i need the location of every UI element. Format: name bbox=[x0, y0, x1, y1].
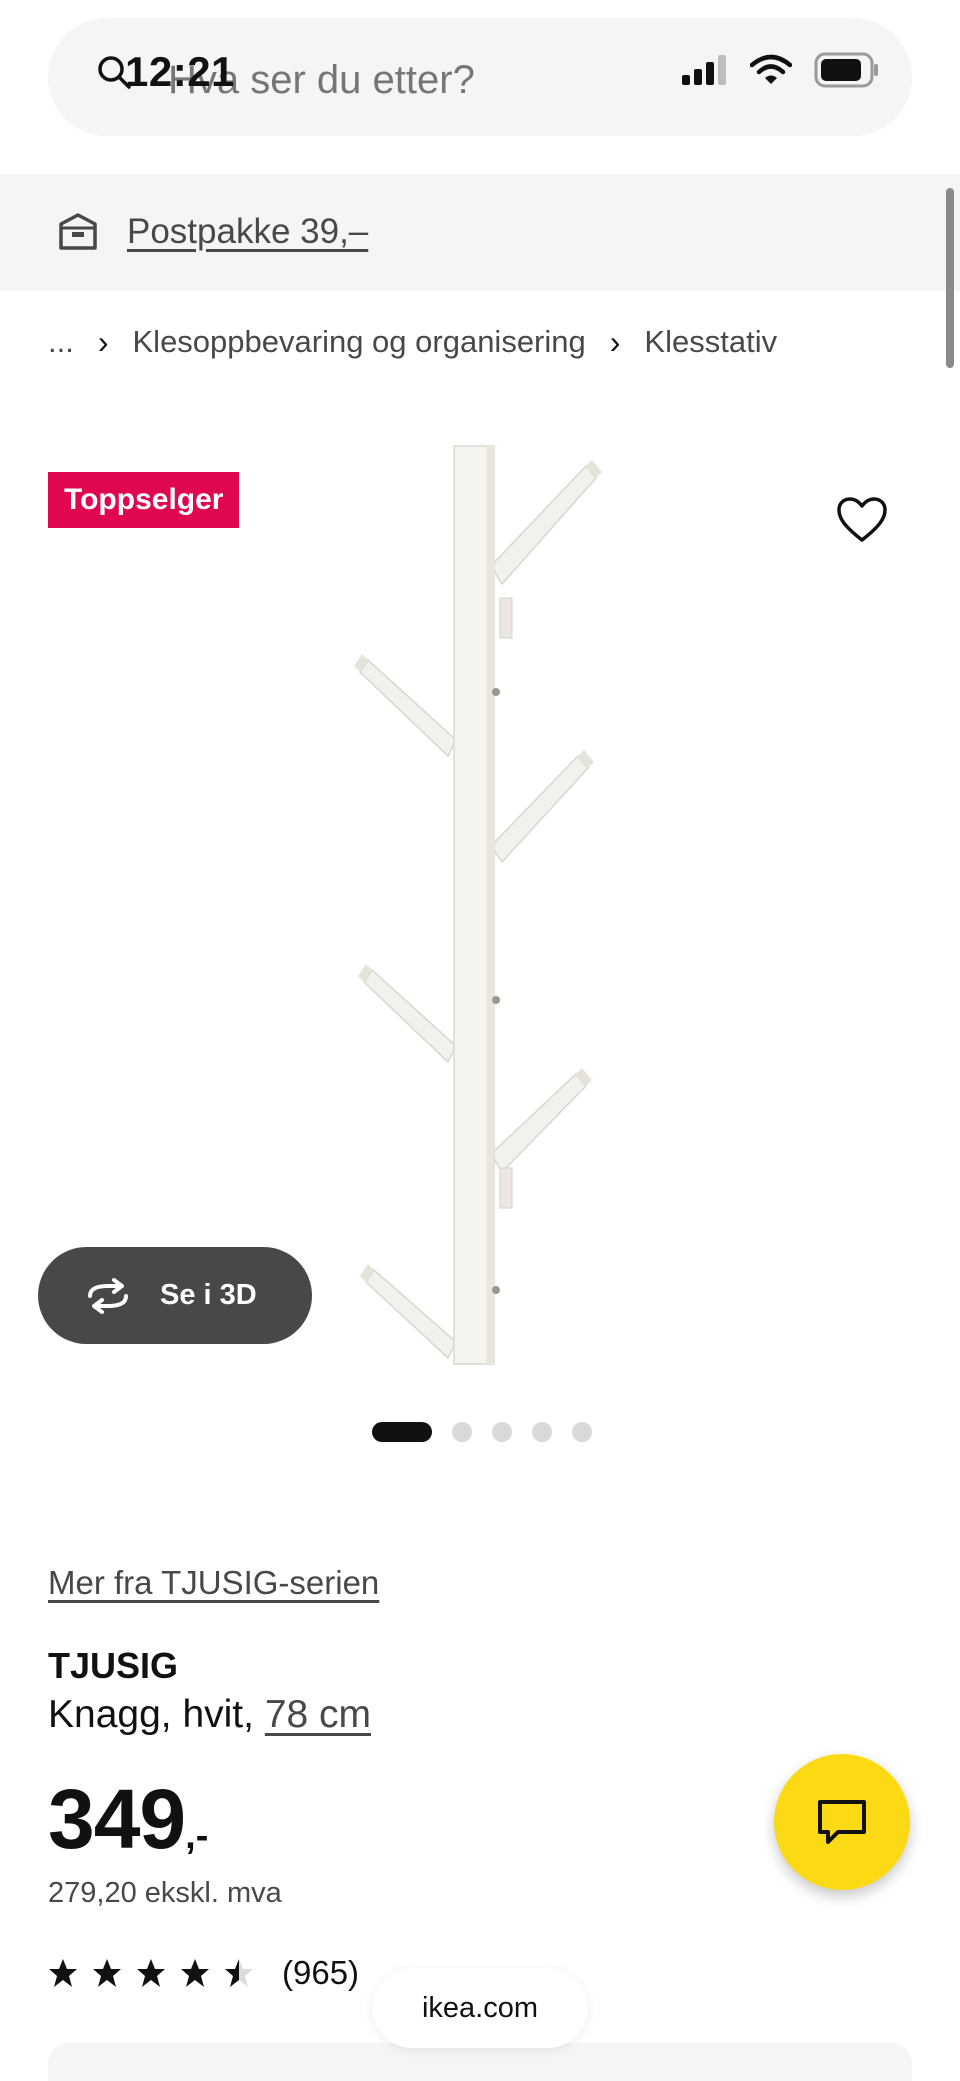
view-3d-button[interactable]: Se i 3D bbox=[38, 1247, 312, 1344]
wifi-icon bbox=[750, 54, 792, 84]
price-integer: 349 bbox=[48, 1772, 186, 1866]
carousel-dot[interactable] bbox=[532, 1422, 552, 1442]
browser-domain[interactable]: ikea.com bbox=[372, 1968, 588, 2048]
scrollbar[interactable] bbox=[946, 188, 954, 368]
delivery-link[interactable]: Postpakke 39,– bbox=[127, 210, 368, 254]
chat-icon bbox=[818, 1800, 866, 1844]
breadcrumb: ... › Klesoppbevaring og organisering › … bbox=[48, 322, 777, 362]
product-image[interactable] bbox=[350, 438, 610, 1372]
view-3d-label: Se i 3D bbox=[160, 1279, 257, 1311]
breadcrumb-ellipsis[interactable]: ... bbox=[48, 322, 74, 362]
star-icon bbox=[93, 1959, 121, 1987]
carousel-indicator bbox=[372, 1422, 592, 1442]
star-icon bbox=[137, 1959, 165, 1987]
chevron-right-icon: › bbox=[97, 324, 109, 360]
carousel-dot[interactable] bbox=[452, 1422, 472, 1442]
package-icon bbox=[59, 213, 97, 250]
chat-button[interactable] bbox=[774, 1754, 910, 1890]
next-section-card bbox=[48, 2043, 912, 2081]
chevron-right-icon: › bbox=[609, 324, 621, 360]
carousel-dot[interactable] bbox=[492, 1422, 512, 1442]
cellular-signal-icon bbox=[682, 55, 726, 85]
breadcrumb-item-subcategory[interactable]: Klesstativ bbox=[644, 322, 777, 362]
favorite-heart-icon[interactable] bbox=[836, 496, 888, 544]
rating-stars bbox=[48, 1958, 254, 1988]
product-description: Knagg, hvit, 78 cm bbox=[48, 1691, 371, 1739]
star-half-icon bbox=[225, 1959, 253, 1987]
price-excl-vat: 279,20 ekskl. mva bbox=[48, 1877, 282, 1909]
series-link[interactable]: Mer fra TJUSIG-serien bbox=[48, 1563, 379, 1603]
rotate-3d-icon bbox=[88, 1277, 128, 1314]
delivery-banner[interactable]: Postpakke 39,– bbox=[0, 174, 960, 291]
product-name: TJUSIG bbox=[48, 1645, 179, 1686]
price-decimals: ,- bbox=[185, 1815, 209, 1857]
product-size-link[interactable]: 78 cm bbox=[265, 1693, 371, 1736]
carousel-dot[interactable] bbox=[372, 1422, 432, 1442]
product-type: Knagg, hvit, bbox=[48, 1693, 265, 1736]
star-icon bbox=[49, 1959, 77, 1987]
breadcrumb-item-category[interactable]: Klesoppbevaring og organisering bbox=[133, 322, 586, 362]
battery-icon bbox=[814, 52, 878, 88]
rating-count: (965) bbox=[282, 1954, 360, 1991]
rating[interactable]: (965) bbox=[48, 1953, 359, 1993]
status-time: 12:21 bbox=[125, 48, 235, 95]
carousel-dot[interactable] bbox=[572, 1422, 592, 1442]
star-icon bbox=[181, 1959, 209, 1987]
status-icons bbox=[682, 52, 880, 88]
topseller-badge: Toppselger bbox=[48, 472, 240, 528]
product-price: 349,- bbox=[48, 1774, 208, 1889]
